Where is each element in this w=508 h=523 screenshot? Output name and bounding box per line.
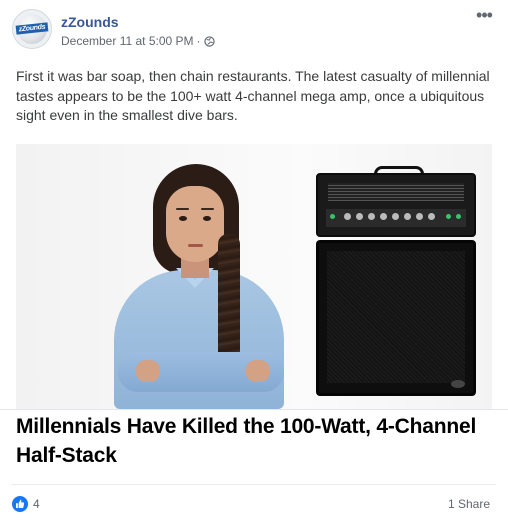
- left-eye: [179, 216, 187, 221]
- cabinet-grill: [327, 251, 465, 383]
- more-options-icon[interactable]: •••: [474, 6, 494, 26]
- amp-led: [456, 214, 461, 219]
- link-preview-image[interactable]: [16, 144, 492, 409]
- post-body-text: First it was bar soap, then chain restau…: [16, 68, 490, 123]
- share-count[interactable]: 1 Share: [448, 497, 490, 511]
- right-brow: [201, 208, 214, 210]
- amp-knob: [392, 213, 399, 220]
- amp-knob: [380, 213, 387, 220]
- right-eye: [203, 216, 211, 221]
- post-meta: December 11 at 5:00 PM ·: [61, 34, 215, 48]
- link-headline[interactable]: Millennials Have Killed the 100-Watt, 4-…: [16, 412, 486, 470]
- facebook-post: zZounds zZounds December 11 at 5:00 PM ·…: [0, 0, 508, 523]
- mouth: [188, 244, 203, 247]
- amp-led: [330, 214, 335, 219]
- woman-figure: [96, 164, 306, 409]
- cabinet-badge-plate: [451, 380, 465, 388]
- amp-knob: [368, 213, 375, 220]
- amp-knob: [404, 213, 411, 220]
- amp-head-grill: [328, 183, 464, 201]
- globe-icon[interactable]: [203, 35, 215, 47]
- amplifier-half-stack: [316, 166, 476, 396]
- page-avatar[interactable]: zZounds: [12, 9, 52, 49]
- like-icon[interactable]: [12, 496, 28, 512]
- page-name-link[interactable]: zZounds: [61, 14, 119, 30]
- post-timestamp[interactable]: December 11 at 5:00 PM: [61, 34, 194, 48]
- reaction-count[interactable]: 4: [33, 497, 40, 511]
- face: [166, 186, 224, 262]
- footer-divider: [12, 484, 496, 485]
- amp-knob: [428, 213, 435, 220]
- left-brow: [176, 208, 189, 210]
- amp-knob: [356, 213, 363, 220]
- amp-cabinet: [316, 240, 476, 396]
- left-hand: [136, 360, 160, 382]
- amp-head: [316, 173, 476, 237]
- right-hand: [246, 360, 270, 382]
- amp-knob: [344, 213, 351, 220]
- meta-separator: ·: [196, 34, 201, 48]
- amp-knob: [416, 213, 423, 220]
- amp-led: [446, 214, 451, 219]
